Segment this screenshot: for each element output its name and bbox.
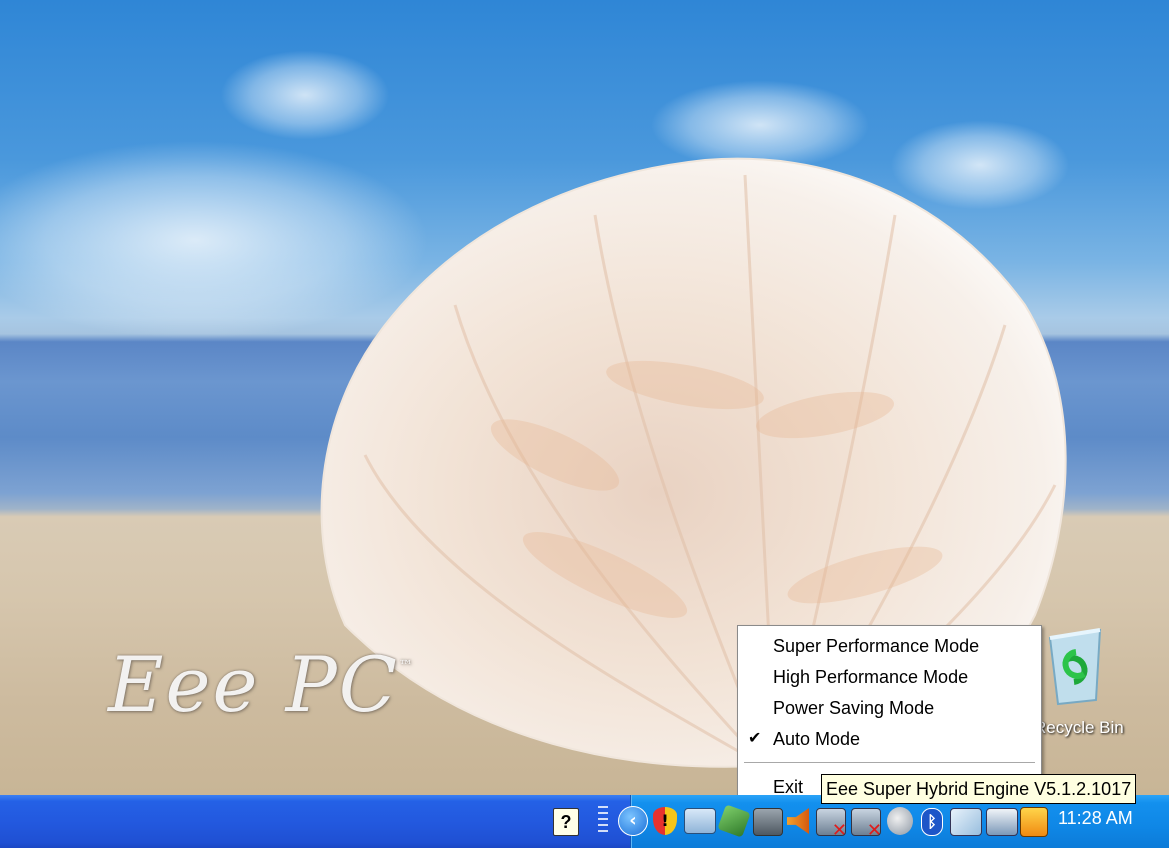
menu-item-power-saving-mode[interactable]: Power Saving Mode xyxy=(738,693,1041,723)
she-tooltip: Eee Super Hybrid Engine V5.1.2.1017 xyxy=(821,774,1137,804)
logo-trademark: ™ xyxy=(398,658,415,674)
bluetooth-icon[interactable]: ᛒ xyxy=(921,808,943,836)
wallpaper-cloud xyxy=(220,50,390,140)
taskbar-clock[interactable]: 11:28 AM xyxy=(1058,808,1133,829)
eee-pc-logo: Eee PC™ xyxy=(108,640,415,729)
recycle-bin-icon xyxy=(1048,628,1102,706)
touchpad-icon[interactable] xyxy=(986,808,1018,836)
menu-item-label: Auto Mode xyxy=(773,729,861,749)
menu-item-label: High Performance Mode xyxy=(773,667,969,687)
menu-item-super-performance-mode[interactable]: Super Performance Mode xyxy=(738,631,1041,661)
menu-separator xyxy=(744,762,1035,764)
recycle-bin-label: Recycle Bin xyxy=(1034,718,1124,737)
red-x-icon: ✕ xyxy=(866,820,882,841)
network-disconnected-icon[interactable]: ✕ xyxy=(816,808,847,841)
power-icon[interactable] xyxy=(887,807,913,835)
recycle-bin-desktop-icon[interactable]: Recycle Bin xyxy=(1034,620,1169,737)
checkmark-icon: ✔ xyxy=(748,730,762,747)
menu-item-auto-mode[interactable]: ✔ Auto Mode xyxy=(738,724,1041,754)
wireless-network-icon[interactable] xyxy=(684,808,716,834)
red-x-icon: ✕ xyxy=(831,820,847,841)
help-icon[interactable]: ? xyxy=(553,808,579,836)
quick-launch-grip-icon xyxy=(598,806,608,836)
eee-she-icon[interactable] xyxy=(1020,807,1048,837)
show-hidden-icons-chevron-icon[interactable]: ‹ xyxy=(618,806,648,836)
network-icon[interactable] xyxy=(753,808,783,836)
display-icon[interactable] xyxy=(950,808,982,836)
logo-text: Eee PC xyxy=(108,640,399,729)
menu-item-label: Super Performance Mode xyxy=(773,636,980,656)
menu-item-label: Power Saving Mode xyxy=(773,698,935,718)
menu-item-high-performance-mode[interactable]: High Performance Mode xyxy=(738,662,1041,692)
network-disconnected-icon-2[interactable]: ✕ xyxy=(851,808,882,841)
